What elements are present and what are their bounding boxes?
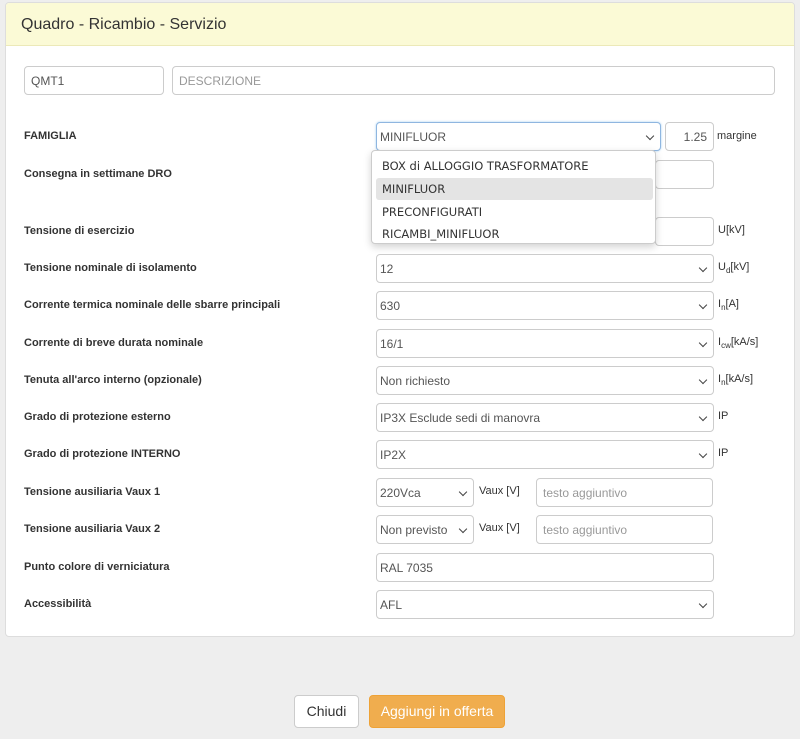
consegna-label: Consegna in settimane DRO — [24, 168, 172, 180]
corrente-termica-select[interactable]: 630 — [376, 291, 714, 320]
accessibilita-value: AFL — [380, 598, 403, 612]
code-input[interactable] — [24, 66, 164, 95]
corrente-breve-select[interactable]: 16/1 — [376, 329, 714, 358]
corrente-termica-value: 630 — [380, 299, 401, 313]
protezione-esterno-select[interactable]: IP3X Esclude sedi di manovra — [376, 403, 714, 432]
vaux1-value: 220Vca — [380, 486, 421, 500]
colore-label: Punto colore di verniciatura — [24, 561, 170, 573]
tensione-esercizio-input[interactable] — [655, 217, 714, 246]
dialog-header: Quadro - Ricambio - Servizio — [6, 3, 794, 46]
chevron-down-icon — [458, 487, 468, 497]
tensione-esercizio-unit: U[kV] — [718, 224, 745, 236]
margin-unit: margine — [717, 130, 757, 142]
corrente-breve-label: Corrente di breve durata nominale — [24, 337, 204, 349]
corrente-termica-label: Corrente termica nominale delle sbarre p… — [24, 299, 281, 311]
tensione-isolamento-value: 12 — [380, 262, 394, 276]
tenuta-arco-unit: In[kA/s] — [718, 373, 754, 388]
margin-input[interactable] — [665, 122, 714, 151]
vaux1-unit: Vaux [V] — [479, 485, 520, 497]
famiglia-select-value: MINIFLUOR — [380, 130, 446, 144]
tenuta-arco-value: Non richiesto — [380, 374, 451, 388]
vaux2-value: Non previsto — [380, 523, 448, 537]
chevron-down-icon — [458, 524, 468, 534]
vaux2-label: Tensione ausiliaria Vaux 2 — [24, 523, 161, 535]
famiglia-select[interactable]: MINIFLUOR — [376, 122, 661, 151]
close-button[interactable]: Chiudi — [294, 695, 359, 728]
chevron-down-icon — [698, 449, 708, 459]
tenuta-arco-label: Tenuta all'arco interno (opzionale) — [24, 374, 202, 386]
vaux1-select[interactable]: 220Vca — [376, 478, 474, 507]
chevron-down-icon — [698, 599, 708, 609]
vaux2-unit: Vaux [V] — [479, 522, 520, 534]
chevron-down-icon — [698, 300, 708, 310]
tensione-isolamento-unit: Ud[kV] — [718, 261, 750, 276]
corrente-breve-value: 16/1 — [380, 337, 404, 351]
famiglia-label: FAMIGLIA — [24, 130, 77, 142]
protezione-interno-unit: IP — [718, 447, 729, 459]
tensione-esercizio-label: Tensione di esercizio — [24, 225, 135, 237]
dropdown-option[interactable]: BOX di ALLOGGIO TRASFORMATORE — [376, 155, 653, 177]
tensione-isolamento-select[interactable]: 12 — [376, 254, 714, 283]
description-input[interactable] — [172, 66, 775, 95]
dropdown-option[interactable]: PRECONFIGURATI — [376, 201, 653, 223]
protezione-interno-label: Grado di protezione INTERNO — [24, 448, 181, 460]
dropdown-option[interactable]: RICAMBI_MINIFLUOR — [376, 223, 653, 245]
accessibilita-label: Accessibilità — [24, 598, 92, 610]
chevron-down-icon — [698, 338, 708, 348]
tenuta-arco-select[interactable]: Non richiesto — [376, 366, 714, 395]
corrente-termica-unit: In[A] — [718, 298, 739, 313]
tensione-isolamento-label: Tensione nominale di isolamento — [24, 262, 197, 274]
protezione-esterno-label: Grado di protezione esterno — [24, 411, 171, 423]
famiglia-dropdown: BOX di ALLOGGIO TRASFORMATORE MINIFLUOR … — [371, 150, 656, 244]
chevron-down-icon — [698, 412, 708, 422]
accessibilita-select[interactable]: AFL — [376, 590, 714, 619]
colore-input[interactable] — [376, 553, 714, 582]
vaux1-extra-input[interactable] — [536, 478, 713, 507]
protezione-interno-value: IP2X — [380, 448, 407, 462]
vaux2-select[interactable]: Non previsto — [376, 515, 474, 544]
dropdown-option-selected[interactable]: MINIFLUOR — [376, 178, 653, 200]
dialog-title: Quadro - Ricambio - Servizio — [21, 16, 227, 33]
protezione-esterno-value: IP3X Esclude sedi di manovra — [380, 411, 541, 425]
chevron-down-icon — [698, 263, 708, 273]
protezione-esterno-unit: IP — [718, 410, 729, 422]
vaux1-label: Tensione ausiliaria Vaux 1 — [24, 486, 161, 498]
consegna-input[interactable] — [655, 160, 714, 189]
vaux2-extra-input[interactable] — [536, 515, 713, 544]
protezione-interno-select[interactable]: IP2X — [376, 440, 714, 469]
chevron-down-icon — [698, 375, 708, 385]
add-to-offer-button[interactable]: Aggiungi in offerta — [369, 695, 505, 728]
chevron-down-icon — [645, 131, 655, 141]
corrente-breve-unit: Icw[kA/s] — [718, 336, 759, 351]
